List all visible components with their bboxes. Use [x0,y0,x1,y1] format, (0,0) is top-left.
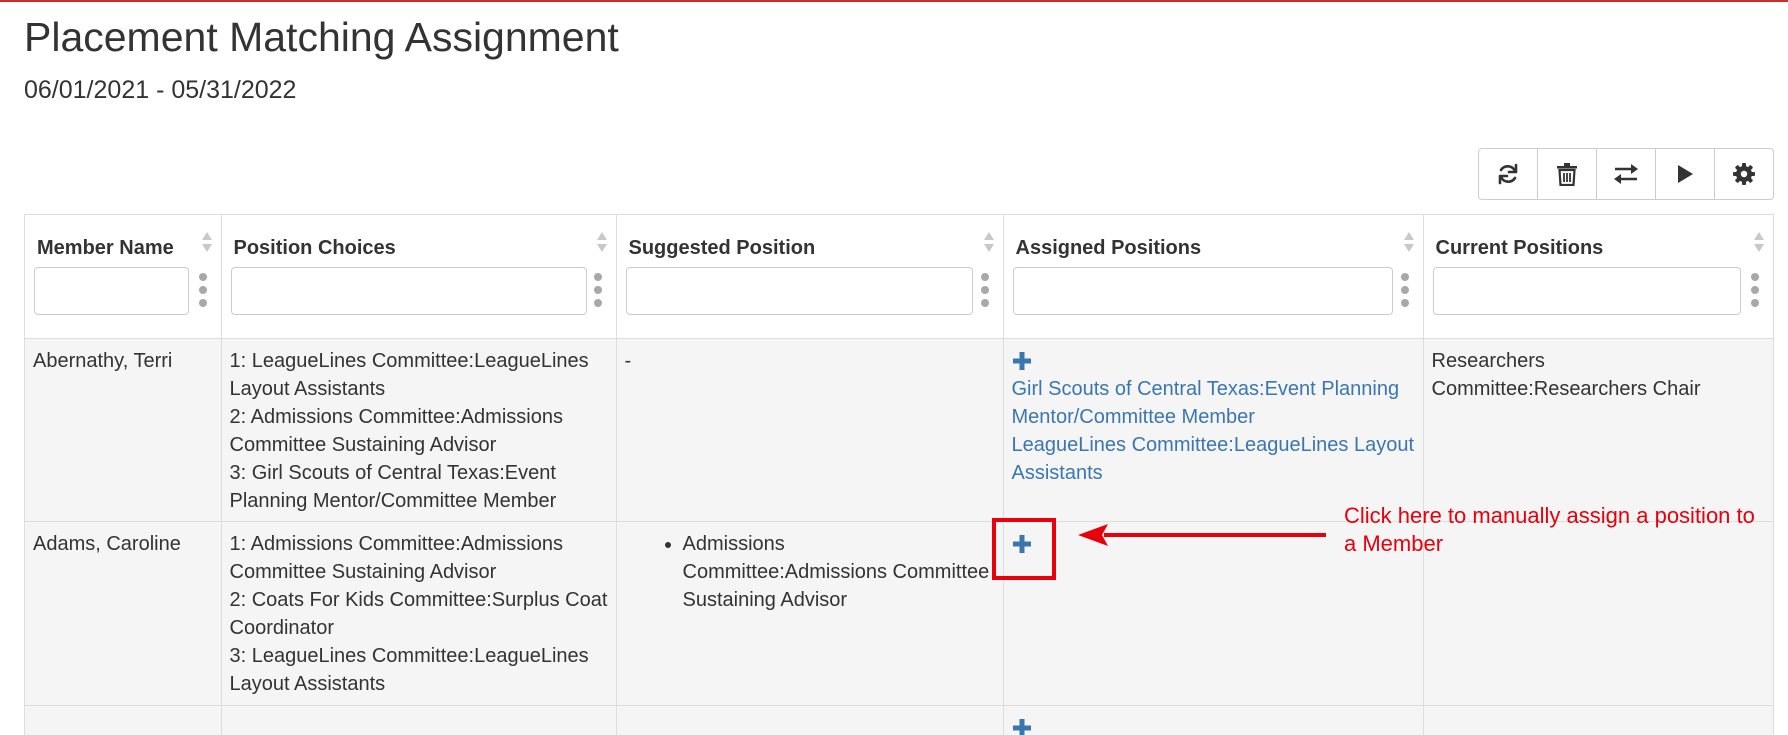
current-positions-cell [1423,706,1773,735]
play-icon [1676,164,1694,184]
grid-toolbar [1478,148,1774,200]
member-name-cell: Abernathy, Terri [25,339,221,522]
sort-icon[interactable] [1403,229,1415,255]
refresh-button[interactable] [1479,149,1538,199]
column-menu-icon[interactable] [1401,273,1409,307]
table-row: Abernathy, Terri 1: LeagueLines Committe… [25,339,1773,522]
assigned-position-link[interactable]: LeagueLines Committee:LeagueLines Layout… [1012,431,1415,487]
sort-icon[interactable] [1753,229,1765,255]
column-label: Position Choices [234,237,396,260]
column-menu-icon[interactable] [1751,273,1759,307]
column-label: Member Name [37,237,174,260]
run-button[interactable] [1656,149,1715,199]
column-label: Current Positions [1436,237,1604,260]
current-positions-cell: Researchers Committee:Researchers Chair [1423,339,1773,522]
annotation-callout: Click here to manually assign a position… [1344,502,1764,558]
position-choice: 2: Admissions Committee:Admissions Commi… [230,403,608,459]
top-accent-border [0,0,1788,2]
sort-icon[interactable] [201,229,213,255]
column-menu-icon[interactable] [199,273,207,307]
annotation-arrow-icon [1078,520,1328,550]
swap-arrows-icon [1613,163,1639,185]
column-header-suggested-position[interactable]: Suggested Position [616,215,1003,339]
column-header-member-name[interactable]: Member Name [25,215,221,339]
header-row: Member Name Position Choices Suggested P… [25,215,1773,339]
position-choice: 1: LeagueLines Committee:LeagueLines Lay… [230,347,608,403]
column-label: Assigned Positions [1016,237,1202,260]
refresh-icon [1496,162,1520,186]
position-choice: 3: Girl Scouts of Central Texas:Event Pl… [230,459,608,515]
placement-table: Member Name Position Choices Suggested P… [25,215,1773,735]
suggested-position-cell: Admissions Committee:Admissions Committe… [616,522,1003,706]
column-menu-icon[interactable] [594,273,602,307]
table-row [25,706,1773,735]
column-header-current-positions[interactable]: Current Positions [1423,215,1773,339]
column-header-assigned-positions[interactable]: Assigned Positions [1003,215,1423,339]
member-name-cell: Adams, Caroline [25,522,221,706]
suggested-position-cell: - [616,339,1003,522]
gear-icon [1732,162,1756,186]
add-position-icon[interactable] [1012,718,1032,735]
suggested-position-cell [616,706,1003,735]
annotation-highlight-box [992,518,1056,580]
position-choices-cell [221,706,616,735]
column-menu-icon[interactable] [981,273,989,307]
page-title: Placement Matching Assignment [24,14,619,61]
suggested-position-item: Admissions Committee:Admissions Committe… [683,530,995,614]
current-positions-filter-input[interactable] [1433,267,1741,315]
settings-button[interactable] [1715,149,1773,199]
delete-button[interactable] [1538,149,1597,199]
sort-icon[interactable] [596,229,608,255]
assigned-positions-cell [1003,706,1423,735]
position-choices-cell: 1: LeagueLines Committee:LeagueLines Lay… [221,339,616,522]
member-name-cell [25,706,221,735]
date-range: 06/01/2021 - 05/31/2022 [24,76,296,105]
assigned-positions-cell: Girl Scouts of Central Texas:Event Plann… [1003,339,1423,522]
placement-grid: Member Name Position Choices Suggested P… [24,214,1774,735]
suggested-position-filter-input[interactable] [626,267,973,315]
column-label: Suggested Position [629,237,816,260]
position-choice: 3: LeagueLines Committee:LeagueLines Lay… [230,642,608,698]
suggested-position-list: Admissions Committee:Admissions Committe… [625,530,995,614]
column-header-position-choices[interactable]: Position Choices [221,215,616,339]
position-choice: 1: Admissions Committee:Admissions Commi… [230,530,608,586]
assigned-position-link[interactable]: Girl Scouts of Central Texas:Event Plann… [1012,375,1415,431]
position-choices-filter-input[interactable] [231,267,587,315]
member-name-filter-input[interactable] [34,267,189,315]
assigned-positions-filter-input[interactable] [1013,267,1393,315]
swap-button[interactable] [1597,149,1656,199]
position-choice: 2: Coats For Kids Committee:Surplus Coat… [230,586,608,642]
trash-icon [1556,162,1578,186]
position-choices-cell: 1: Admissions Committee:Admissions Commi… [221,522,616,706]
add-position-icon[interactable] [1012,351,1032,371]
sort-icon[interactable] [983,229,995,255]
